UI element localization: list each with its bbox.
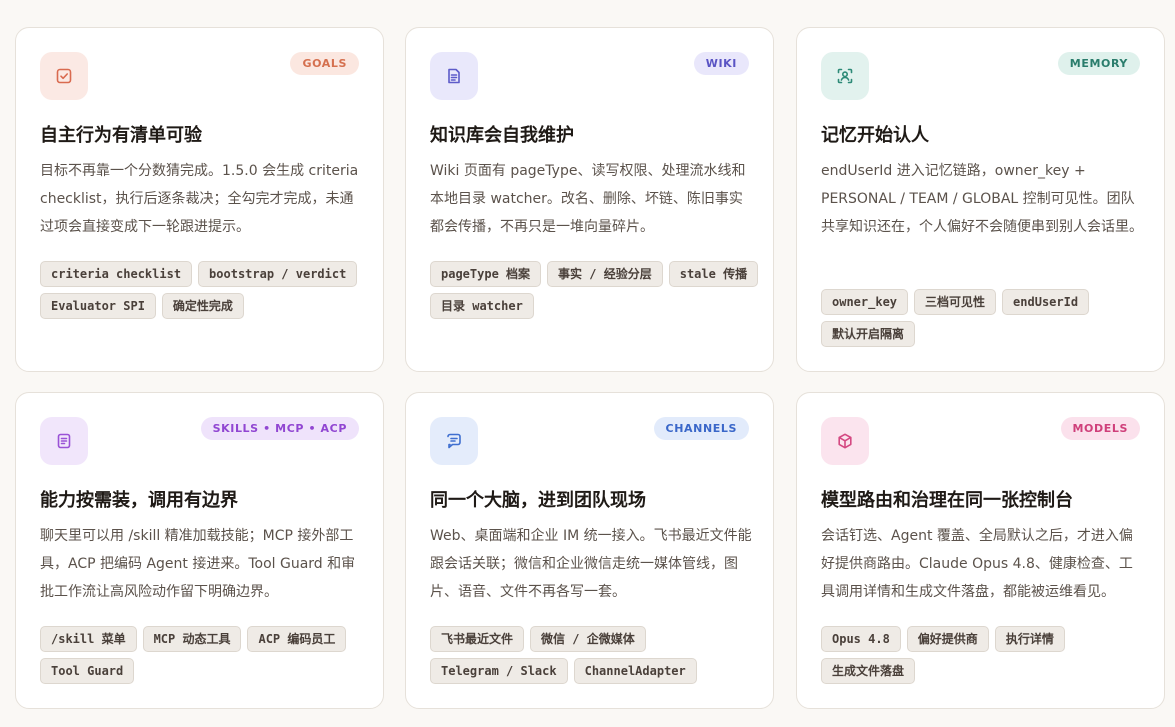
tag-list: 飞书最近文件 微信 / 企微媒体 Telegram / Slack Channe… (430, 626, 760, 684)
cube-icon (821, 417, 869, 465)
tag-chip: bootstrap / verdict (198, 261, 358, 287)
category-badge: CHANNELS (653, 417, 749, 440)
tag-list: /skill 菜单 MCP 动态工具 ACP 编码员工 Tool Guard (40, 626, 370, 684)
tag-chip: 生成文件落盘 (821, 658, 916, 684)
tag-chip: /skill 菜单 (40, 626, 137, 652)
tag-chip: 确定性完成 (161, 293, 244, 319)
card-title: 能力按需装，调用有边界 (40, 490, 238, 511)
chat-icon (430, 417, 478, 465)
category-badge: WIKI (693, 52, 749, 75)
category-badge: SKILLS • MCP • ACP (200, 417, 359, 440)
card-description: Web、桌面端和企业 IM 统一接入。飞书最近文件能跟会话关联；微信和企业微信走… (430, 528, 752, 600)
card-description: 会话钉选、Agent 覆盖、全局默认之后，才进入偏好提供商路由。Claude O… (821, 528, 1133, 600)
feature-card-models: MODELS 模型路由和治理在同一张控制台 会话钉选、Agent 覆盖、全局默认… (796, 392, 1165, 709)
tag-chip: Telegram / Slack (430, 658, 568, 684)
tag-chip: 目录 watcher (430, 293, 534, 319)
clipboard-icon (40, 417, 88, 465)
feature-card-channels: CHANNELS 同一个大脑，进到团队现场 Web、桌面端和企业 IM 统一接入… (405, 392, 774, 709)
tag-chip: 飞书最近文件 (430, 626, 525, 652)
tag-list: criteria checklist bootstrap / verdict E… (40, 261, 370, 319)
tag-chip: Opus 4.8 (821, 626, 901, 652)
tag-chip: 偏好提供商 (906, 626, 989, 652)
tag-chip: ACP 编码员工 (247, 626, 347, 652)
tag-chip: owner_key (821, 289, 909, 315)
tag-list: Opus 4.8 偏好提供商 执行详情 生成文件落盘 (821, 626, 1151, 684)
tag-chip: 默认开启隔离 (821, 321, 916, 347)
feature-card-goals: GOALS 自主行为有清单可验 目标不再靠一个分数猜完成。1.5.0 会生成 c… (15, 27, 384, 372)
feature-card-memory: MEMORY 记忆开始认人 endUserId 进入记忆链路，owner_key… (796, 27, 1165, 372)
tag-chip: 三档可见性 (914, 289, 997, 315)
tag-chip: Tool Guard (40, 658, 135, 684)
tag-chip: criteria checklist (40, 261, 193, 287)
card-title: 自主行为有清单可验 (40, 125, 202, 146)
feature-card-wiki: WIKI 知识库会自我维护 Wiki 页面有 pageType、读写权限、处理流… (405, 27, 774, 372)
tag-chip: 执行详情 (994, 626, 1065, 652)
tag-chip: 事实 / 经验分层 (547, 261, 663, 287)
card-description: Wiki 页面有 pageType、读写权限、处理流水线和本地目录 watche… (430, 163, 746, 235)
feature-card-skills: SKILLS • MCP • ACP 能力按需装，调用有边界 聊天里可以用 /s… (15, 392, 384, 709)
tag-chip: pageType 档案 (430, 261, 542, 287)
tag-list: owner_key 三档可见性 endUserId 默认开启隔离 (821, 289, 1151, 347)
user-scan-icon (821, 52, 869, 100)
tag-chip: MCP 动态工具 (142, 626, 242, 652)
card-description: 聊天里可以用 /skill 精准加载技能；MCP 接外部工具，ACP 把编码 A… (40, 528, 356, 600)
card-title: 记忆开始认人 (821, 125, 929, 146)
category-badge: GOALS (290, 52, 359, 75)
tag-chip: Evaluator SPI (40, 293, 156, 319)
tag-chip: endUserId (1002, 289, 1090, 315)
card-title: 知识库会自我维护 (430, 125, 574, 146)
category-badge: MODELS (1060, 417, 1140, 440)
tag-chip: stale 传播 (668, 261, 759, 287)
tag-chip: 微信 / 企微媒体 (530, 626, 646, 652)
checkbox-icon (40, 52, 88, 100)
card-description: 目标不再靠一个分数猜完成。1.5.0 会生成 criteria checklis… (40, 163, 359, 235)
document-icon (430, 52, 478, 100)
card-title: 同一个大脑，进到团队现场 (430, 490, 646, 511)
card-description: endUserId 进入记忆链路，owner_key + PERSONAL / … (821, 163, 1143, 235)
tag-list: pageType 档案 事实 / 经验分层 stale 传播 目录 watche… (430, 261, 760, 319)
card-title: 模型路由和治理在同一张控制台 (821, 490, 1073, 511)
tag-chip: ChannelAdapter (573, 658, 697, 684)
category-badge: MEMORY (1057, 52, 1140, 75)
